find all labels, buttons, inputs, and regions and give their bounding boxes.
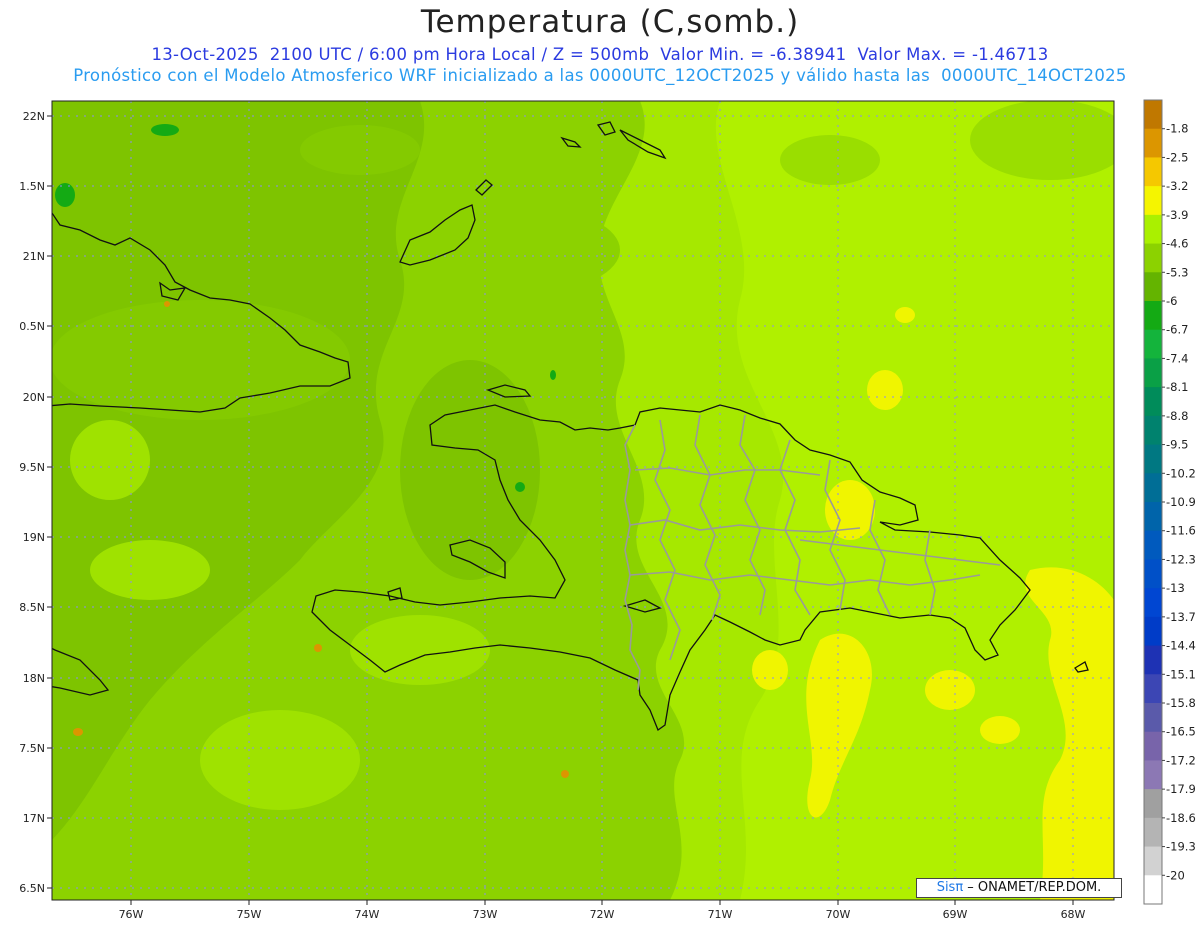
x-tick-label: 75W [237,908,262,921]
colorbar-label: -18.6 [1166,811,1196,825]
colorbar-swatch [1144,846,1162,876]
y-tick-label: 0.5N [19,320,45,333]
x-tick-label: 69W [943,908,968,921]
colorbar-label: -3.2 [1166,179,1188,193]
colorbar-label: -11.6 [1166,524,1196,538]
colorbar-label: -14.4 [1166,639,1196,653]
colorbar-swatch [1144,530,1162,560]
y-tick-label: 20N [23,391,45,404]
x-tick-label: 72W [590,908,615,921]
colorbar-label: -17.2 [1166,753,1196,767]
colorbar-swatch [1144,186,1162,216]
colorbar: -1.8 -2.5 -3.2 -3.9 -4.6 -5.3 -6 -6.7 -7.4 -8.1 -8… [1143,99,1196,905]
colorbar-swatch [1144,301,1162,331]
colorbar-swatch [1144,817,1162,848]
colorbar-label: -17.9 [1166,782,1196,796]
colorbar-label: -15.8 [1166,696,1196,710]
y-tick-label: 1.5N [19,180,45,193]
colorbar-swatch [1144,760,1162,790]
colorbar-swatch [1144,559,1162,589]
x-tick-label: 68W [1061,908,1086,921]
colorbar-swatch [1144,157,1162,187]
y-tick-labels: 22N 1.5N 21N 0.5N 20N 9.5N 19N 8.5N 18N … [19,110,45,895]
colorbar-label: -7.4 [1166,351,1188,365]
colorbar-label: -8.8 [1166,409,1188,423]
x-tick-label: 70W [826,908,851,921]
colorbar-swatch [1144,473,1162,503]
x-tick-labels: 76W 75W 74W 73W 72W 71W 70W 69W 68W [119,908,1086,921]
colorbar-swatch [1144,214,1162,245]
colorbar-label: -4.6 [1166,237,1188,251]
x-tick-label: 76W [119,908,144,921]
colorbar-label: -8.1 [1166,380,1188,394]
colorbar-label: -20 [1166,868,1185,882]
y-tick-label: 7.5N [19,742,45,755]
colorbar-swatch [1144,616,1162,647]
y-tick-label: 17N [23,812,45,825]
y-tick-label: 6.5N [19,882,45,895]
colorbar-label: -1.8 [1166,122,1188,136]
colorbar-label: -10.2 [1166,466,1196,480]
colorbar-label: -19.3 [1166,840,1196,854]
sispi-logo: Sisπ [936,880,964,895]
x-axis [130,900,1074,905]
colorbar-label: -2.5 [1166,150,1188,164]
y-tick-label: 22N [23,110,45,123]
colorbar-swatch [1144,703,1162,733]
colorbar-swatch [1144,731,1162,761]
colorbar-swatch [1144,329,1162,359]
colorbar-label: -16.5 [1166,725,1196,739]
colorbar-label: -6 [1166,294,1177,308]
colorbar-swatch [1144,674,1162,704]
x-tick-label: 74W [355,908,380,921]
x-tick-label: 73W [473,908,498,921]
colorbar-label: -15.1 [1166,667,1196,681]
y-tick-label: 9.5N [19,461,45,474]
colorbar-swatch [1144,415,1162,446]
colorbar-label: -13.7 [1166,610,1196,624]
colorbar-swatch [1144,588,1162,618]
colorbar-swatch [1144,387,1162,417]
y-tick-label: 19N [23,531,45,544]
colorbar-swatch [1144,444,1162,474]
colorbar-swatch [1144,502,1162,532]
colorbar-swatch [1144,100,1162,130]
colorbar-swatch [1144,875,1162,905]
temperature-map: 76W 75W 74W 73W 72W 71W 70W 69W 68W 22N … [19,99,1196,921]
y-tick-label: 8.5N [19,601,45,614]
colorbar-swatch [1144,645,1162,675]
credit-text: – ONAMET/REP.DOM. [963,880,1102,895]
y-tick-label: 21N [23,250,45,263]
y-tick-label: 18N [23,672,45,685]
colorbar-label: -5.3 [1166,265,1188,279]
temperature-field [52,101,1114,900]
credit-box: Sisπ – ONAMET/REP.DOM. [916,878,1122,898]
colorbar-label: -12.3 [1166,552,1196,566]
colorbar-swatch [1144,272,1162,302]
colorbar-swatch [1144,358,1162,388]
colorbar-swatch [1144,789,1162,819]
colorbar-label: -3.9 [1166,208,1188,222]
colorbar-swatch [1144,128,1162,158]
colorbar-label: -10.9 [1166,495,1196,509]
y-axis [47,115,52,889]
colorbar-label: -13 [1166,581,1185,595]
colorbar-label: -6.7 [1166,323,1188,337]
colorbar-label: -9.5 [1166,438,1188,452]
x-tick-label: 71W [708,908,733,921]
colorbar-swatch [1144,243,1162,273]
